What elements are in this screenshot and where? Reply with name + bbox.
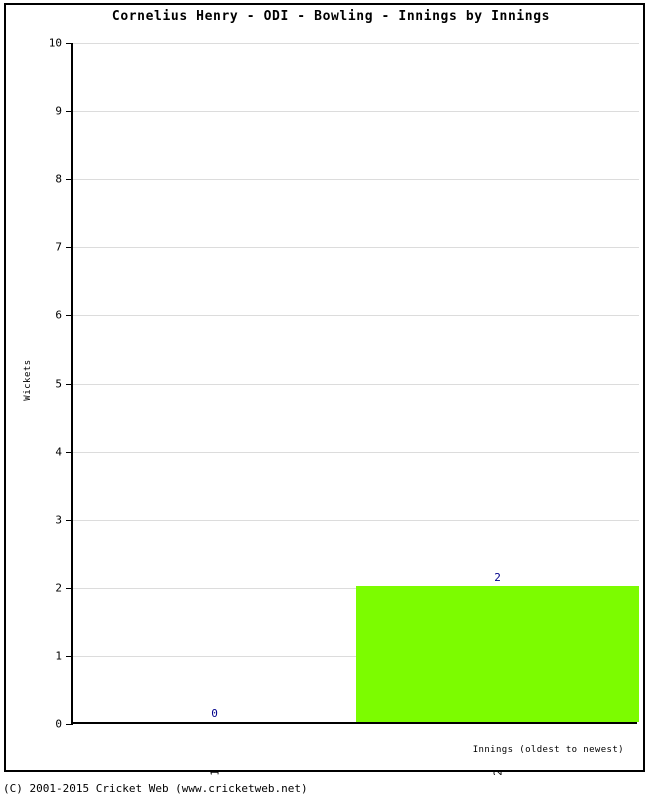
gridline <box>73 43 639 44</box>
y-axis-tick <box>66 587 73 589</box>
y-axis-tick <box>66 43 73 44</box>
y-axis-tick-label: 2 <box>55 581 62 595</box>
gridline <box>73 383 639 385</box>
y-axis-tick-label: 5 <box>55 377 62 390</box>
y-axis-tick <box>66 724 73 725</box>
y-axis-tick <box>66 383 73 385</box>
plot-area: 0 1 2 3 4 5 6 7 8 9 10 0 1 2 2 <box>49 37 639 776</box>
y-axis-tick <box>66 655 73 657</box>
chart-title: Cornelius Henry - ODI - Bowling - Inning… <box>111 9 551 24</box>
y-axis-tick-label: 4 <box>55 445 62 459</box>
footer-copyright: (C) 2001-2015 Cricket Web (www.cricketwe… <box>3 782 308 795</box>
y-axis-tick-label: 7 <box>55 240 62 254</box>
gridline <box>73 179 639 181</box>
x-axis-title: Innings (oldest to newest) <box>472 745 624 755</box>
chart-frame: Cornelius Henry - ODI - Bowling - Inning… <box>4 3 645 776</box>
y-axis-tick <box>66 247 73 249</box>
y-axis-title: Wickets <box>23 359 33 401</box>
y-axis-tick-label: 6 <box>55 308 62 322</box>
y-axis-tick <box>66 179 73 181</box>
gridline <box>73 451 639 453</box>
y-axis-tick-label: 8 <box>55 172 62 186</box>
y-axis-tick-label: 10 <box>48 36 62 50</box>
y-axis-tick-label: 1 <box>55 649 62 663</box>
y-axis-tick <box>66 519 73 521</box>
gridline <box>73 315 639 317</box>
gridline <box>73 247 639 249</box>
y-axis-tick-label: 3 <box>55 513 62 527</box>
y-axis-tick <box>66 315 73 317</box>
y-axis-tick <box>66 451 73 453</box>
y-axis-tick <box>66 111 73 113</box>
bar[interactable] <box>356 585 639 722</box>
bar-value-label: 0 <box>211 707 218 720</box>
gridline <box>73 111 639 113</box>
y-axis-tick-label: 9 <box>55 104 62 118</box>
x-axis-tick-label: 1 <box>208 769 221 776</box>
bar-value-label: 2 <box>494 570 501 584</box>
gridline <box>73 519 639 521</box>
y-axis-tick-label: 0 <box>55 717 62 731</box>
x-axis-tick-label: 2 <box>491 769 504 776</box>
